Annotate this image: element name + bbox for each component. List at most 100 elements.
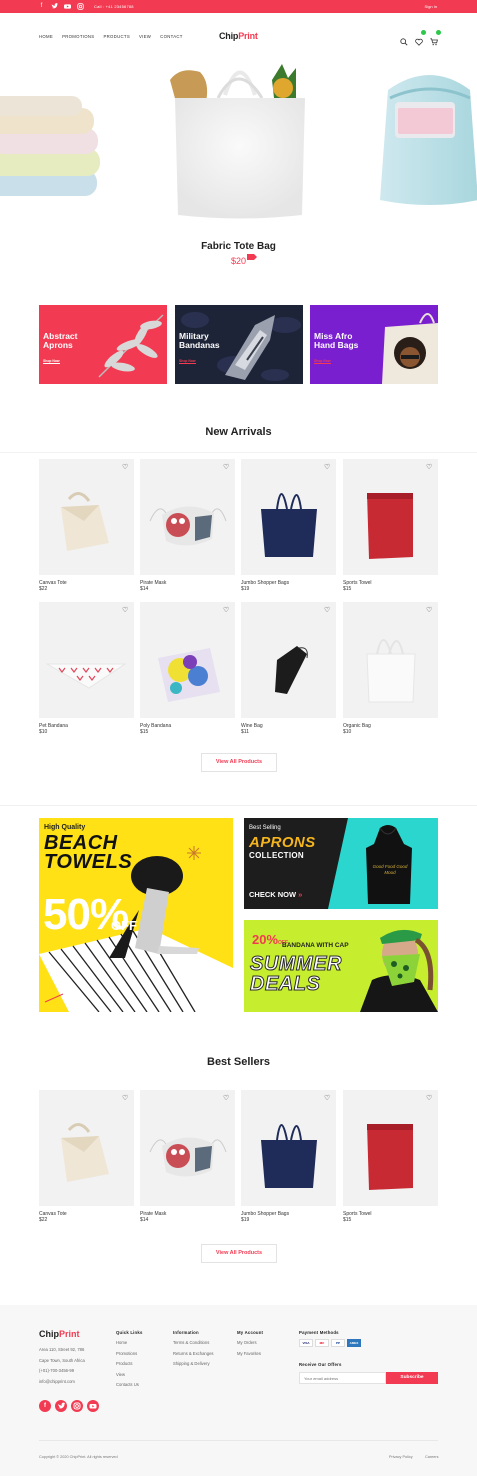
facebook-icon[interactable]: f	[39, 1400, 51, 1412]
heart-icon[interactable]: ♡	[122, 607, 129, 614]
organic-bag-image	[366, 639, 416, 703]
best-sellers-title: Best Sellers	[207, 1056, 270, 1068]
product-card[interactable]: ♡ Poly Bandana $15	[140, 602, 235, 736]
heart-icon[interactable]: ♡	[122, 464, 129, 471]
product-card[interactable]: ♡ Sports Towel $15	[343, 1090, 438, 1224]
shop-now-link[interactable]: Shop Now	[179, 359, 196, 364]
promo-card-bandanas[interactable]: Military Bandanas Shop Now	[175, 305, 303, 384]
facebook-icon[interactable]: f	[38, 3, 45, 10]
banner-summer-deals[interactable]: 20%OFF BANDANA WITH CAP SUMMER DEALS	[244, 920, 438, 1012]
product-card[interactable]: ♡ Sports Towel $15	[343, 459, 438, 593]
product-price: $15	[343, 586, 352, 592]
copyright: Copyright © 2020 ChipPrint. All rights r…	[39, 1455, 118, 1459]
jumbo-shopper-bag-image	[261, 493, 317, 557]
footer-link-home[interactable]: Home	[116, 1338, 139, 1349]
heart-icon[interactable]: ♡	[426, 464, 433, 471]
product-price: $15	[343, 1217, 352, 1223]
leaf-branch-image	[98, 314, 164, 378]
heart-icon[interactable]: ♡	[324, 1095, 331, 1102]
pirate-mask-image	[149, 506, 227, 546]
canvas-tote-image	[61, 492, 109, 551]
footer-link-contact[interactable]: Contacts Us	[116, 1380, 139, 1391]
nav-products[interactable]: PRODUCTS	[103, 34, 130, 39]
footer-link-shipping[interactable]: Shipping & Delivery	[173, 1359, 214, 1370]
footer-address: Area 110, Street 92, 786 Cape Town, Sout…	[39, 1345, 85, 1387]
product-card[interactable]: ♡ Pet Bandana $10	[39, 602, 134, 736]
privacy-policy-link[interactable]: Privacy Policy	[389, 1455, 413, 1459]
twitter-icon[interactable]	[51, 3, 58, 10]
wishlist-icon[interactable]	[415, 30, 426, 46]
promo-card-handbags[interactable]: Miss Afro Hand Bags Shop Now	[310, 305, 438, 384]
subscribe-button[interactable]: Subscribe	[386, 1372, 438, 1384]
heart-icon[interactable]: ♡	[324, 464, 331, 471]
youtube-icon[interactable]	[87, 1400, 99, 1412]
logo-text-a: Chip	[219, 31, 239, 41]
hero-slider	[0, 50, 477, 290]
view-all-products-button[interactable]: View All Products	[201, 753, 277, 772]
check-now-label: CHECK NOW	[249, 890, 297, 899]
my-account-heading: My Account	[237, 1330, 264, 1335]
nav-promotions[interactable]: PROMOTIONS	[62, 34, 94, 39]
search-icon[interactable]	[400, 33, 408, 46]
footer-link-promotions[interactable]: Promotions	[116, 1349, 139, 1360]
heart-icon[interactable]: ♡	[223, 607, 230, 614]
product-card[interactable]: ♡ Organic Bag $10	[343, 602, 438, 736]
offers-heading: Receive Our Offers	[299, 1362, 342, 1367]
email-input[interactable]	[299, 1372, 386, 1384]
footer-logo[interactable]: ChipPrint	[39, 1329, 80, 1339]
nav-home[interactable]: HOME	[39, 34, 53, 39]
product-card[interactable]: ♡ Canvas Tote $22	[39, 1090, 134, 1224]
my-account-list: My Orders My Favorites	[237, 1338, 261, 1359]
shop-now-link[interactable]: Shop Now	[43, 359, 60, 364]
footer-link-favorites[interactable]: My Favorites	[237, 1349, 261, 1360]
hero-title[interactable]: Fabric Tote Bag	[0, 241, 477, 252]
banner-aprons[interactable]: Best Selling APRONS COLLECTION CHECK NOW…	[244, 818, 438, 909]
footer-logo-b: Print	[59, 1329, 80, 1339]
check-now-link[interactable]: CHECK NOW »	[249, 890, 302, 899]
instagram-icon[interactable]	[71, 1400, 83, 1412]
email-line[interactable]: info@chipprint.com	[39, 1377, 85, 1388]
heart-icon[interactable]: ♡	[426, 607, 433, 614]
footer-link-returns[interactable]: Returns & Exchanges	[173, 1349, 214, 1360]
product-card[interactable]: ♡ Pirate Mask $14	[140, 1090, 235, 1224]
promo-card-aprons[interactable]: Abstract Aprons Shop Now	[39, 305, 167, 384]
nav-contact[interactable]: CONTACT	[160, 34, 183, 39]
heart-icon[interactable]: ♡	[324, 607, 331, 614]
twitter-icon[interactable]	[55, 1400, 67, 1412]
banner-off: OFF	[111, 918, 137, 933]
sign-in-link[interactable]: Sign In	[425, 3, 437, 10]
phone-line[interactable]: (+01)-700-3456-99	[39, 1366, 85, 1377]
double-chevron-icon: »	[296, 890, 303, 899]
product-card[interactable]: ♡ Canvas Tote $22	[39, 459, 134, 593]
banner-beach-towels[interactable]: High Quality BEACH TOWELS 50% OFF	[39, 818, 233, 1012]
heart-icon[interactable]: ♡	[426, 1095, 433, 1102]
address-line: Area 110, Street 92, 786	[39, 1347, 85, 1352]
cart-icon[interactable]	[430, 30, 441, 46]
phone-number: Call : +41 23456788	[94, 4, 134, 9]
footer-link-view[interactable]: View	[116, 1370, 139, 1381]
heart-icon[interactable]: ♡	[122, 1095, 129, 1102]
nav-view[interactable]: VIEW	[139, 34, 151, 39]
promo-title-line2: Bandanas	[179, 340, 220, 350]
footer-link-products[interactable]: Products	[116, 1359, 139, 1370]
footer-link-orders[interactable]: My Orders	[237, 1338, 261, 1349]
instagram-icon[interactable]	[77, 3, 84, 10]
youtube-icon[interactable]	[64, 3, 71, 10]
product-card[interactable]: ♡ Pirate Mask $14	[140, 459, 235, 593]
product-price: $19	[241, 1217, 250, 1223]
product-price: $10	[343, 729, 352, 735]
view-all-products-button[interactable]: View All Products	[201, 1244, 277, 1263]
product-card[interactable]: ♡ Wine Bag $11	[241, 602, 336, 736]
logo[interactable]: ChipPrint	[219, 31, 258, 41]
heart-icon[interactable]: ♡	[223, 464, 230, 471]
footer-link-terms[interactable]: Terms & Conditions	[173, 1338, 214, 1349]
heart-icon[interactable]: ♡	[223, 1095, 230, 1102]
cart-badge	[436, 30, 441, 35]
promo-title-line2: Aprons	[43, 340, 73, 350]
product-price: $10	[39, 729, 48, 735]
footer-logo-a: Chip	[39, 1329, 59, 1339]
shop-now-link[interactable]: Shop Now	[314, 359, 331, 364]
careers-link[interactable]: Careers	[425, 1455, 439, 1459]
product-card[interactable]: ♡ Jumbo Shopper Bags $19	[241, 459, 336, 593]
product-card[interactable]: ♡ Jumbo Shopper Bags $19	[241, 1090, 336, 1224]
